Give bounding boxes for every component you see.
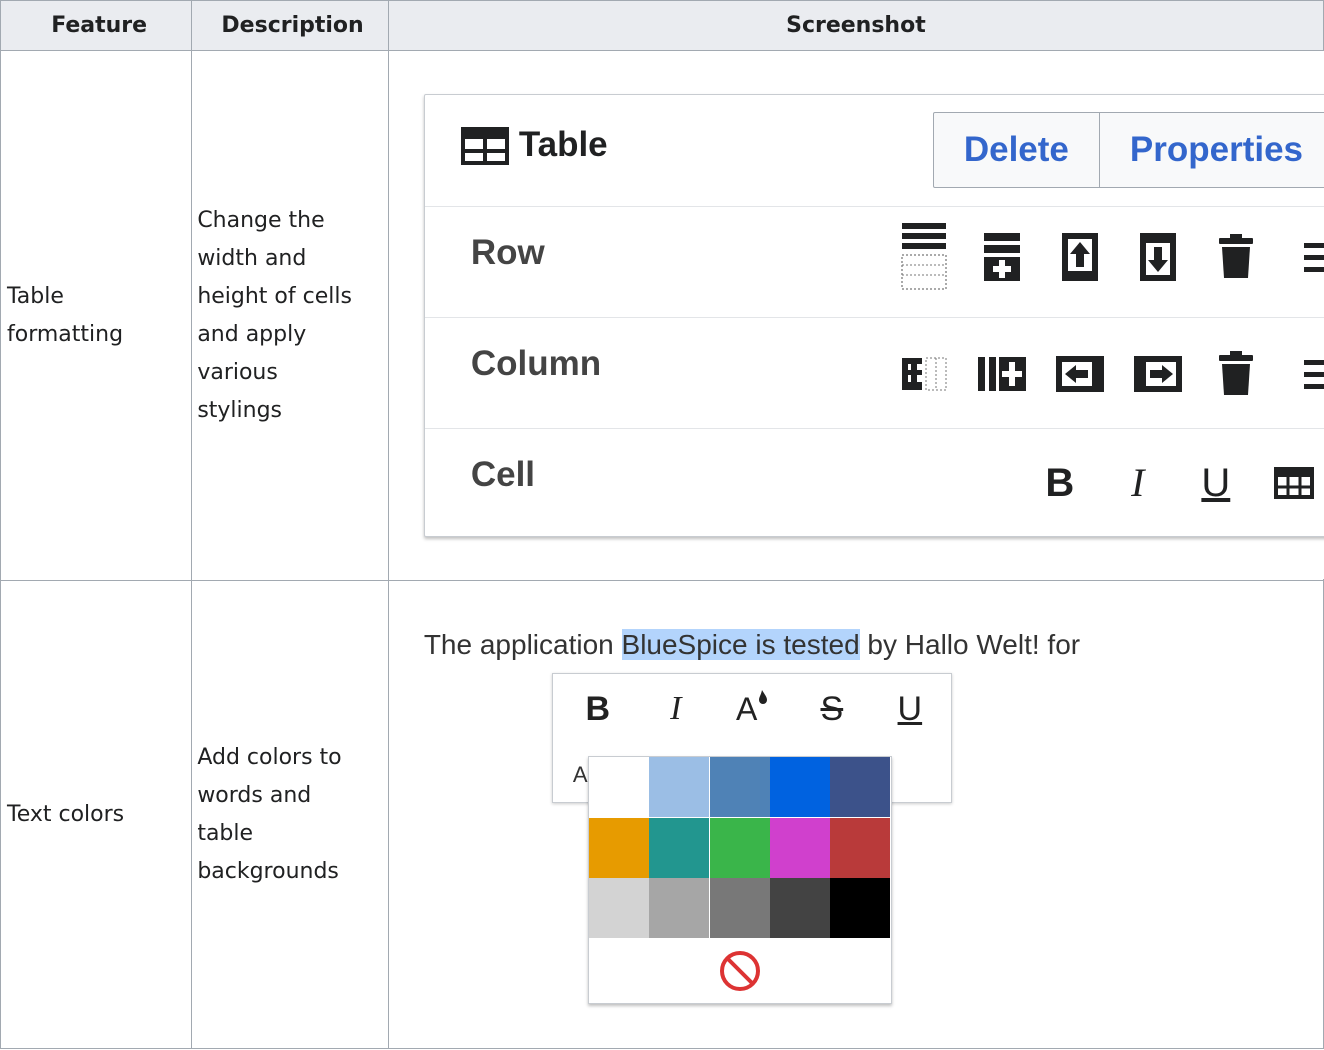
table-icon [460, 127, 509, 165]
feature-text: Table formatting [7, 283, 124, 347]
color-swatch[interactable] [830, 878, 891, 939]
description-cell: Add colors to words and table background… [191, 580, 389, 1049]
panel-button-group: Delete Properties [932, 112, 1324, 188]
header-screenshot[interactable]: Screenshot [387, 0, 1324, 51]
feature-cell: Text colors [0, 580, 193, 1049]
feature-cell: Table formatting [0, 50, 193, 581]
color-swatch[interactable] [770, 757, 831, 817]
italic-button[interactable]: I [1099, 453, 1177, 513]
table-row: Text colors Add colors to words and tabl… [0, 580, 1324, 1049]
row-label: Row [470, 233, 545, 272]
row-section: Row [424, 206, 1324, 318]
insert-row-icon[interactable] [963, 227, 1041, 287]
bold-button[interactable]: B [1021, 453, 1099, 513]
screenshot-cell: Table Delete Properties Row Column Cell … [387, 50, 1324, 581]
underline-button[interactable]: U [1177, 453, 1255, 513]
color-swatch[interactable] [588, 817, 649, 878]
clear-color-button[interactable] [589, 939, 891, 1003]
description-text: Change the width and height of cells and… [197, 207, 352, 423]
move-column-right-icon[interactable] [1119, 344, 1197, 404]
color-swatch[interactable] [588, 878, 649, 939]
delete-icon[interactable] [1197, 344, 1275, 404]
column-section: Column [424, 317, 1324, 429]
cell-tools: B I U [1021, 453, 1324, 513]
row-tools [885, 223, 1324, 290]
move-column-left-icon[interactable] [1041, 344, 1119, 404]
description-text: Add colors to words and table background… [197, 744, 342, 884]
header-row: Feature Description Screenshot [0, 0, 1324, 51]
column-caption-icon[interactable] [885, 344, 963, 404]
color-palette [587, 756, 892, 1004]
panel-title-text: Table [518, 125, 608, 164]
color-swatch[interactable] [770, 878, 831, 939]
sample-sentence: The application BlueSpice is tested by H… [424, 626, 1080, 664]
formatting-toolbar: B I A S U [553, 674, 951, 744]
move-row-up-icon[interactable] [1041, 227, 1119, 287]
color-swatch[interactable] [649, 817, 710, 878]
italic-icon[interactable]: I [637, 690, 715, 728]
screenshot-cell: The application BlueSpice is tested by H… [387, 580, 1324, 1049]
description-cell: Change the width and height of cells and… [191, 50, 389, 581]
no-color-icon [719, 951, 760, 991]
cell-section: Cell B I U [424, 428, 1324, 537]
bold-icon[interactable]: B [559, 690, 637, 728]
move-row-down-icon[interactable] [1119, 227, 1197, 287]
row-caption-icon[interactable] [885, 223, 963, 290]
sentence-start: The application [423, 629, 622, 660]
color-swatch[interactable] [770, 817, 831, 878]
more-icon[interactable] [1275, 344, 1324, 404]
insert-column-icon[interactable] [963, 344, 1041, 404]
table-row: Table formatting Change the width and he… [0, 50, 1324, 581]
color-swatch[interactable] [588, 757, 649, 817]
color-swatch[interactable] [709, 817, 770, 878]
panel-title: Table [460, 125, 608, 165]
color-swatch[interactable] [830, 757, 891, 817]
feature-text: Text colors [7, 801, 125, 827]
feature-table: Feature Description Screenshot Table for… [0, 0, 1324, 1049]
table-editor-panel: Table Delete Properties Row Column Cell … [423, 94, 1324, 537]
second-row-label[interactable]: A [573, 756, 588, 794]
color-swatch[interactable] [709, 757, 770, 817]
underline-icon[interactable]: U [871, 690, 949, 728]
delete-button[interactable]: Delete [934, 113, 1099, 187]
properties-button[interactable]: Properties [1098, 113, 1324, 187]
sentence-end: by Hallo Welt! for [859, 629, 1081, 660]
column-label: Column [470, 344, 602, 383]
color-swatch[interactable] [709, 878, 770, 939]
svg-text:A: A [736, 691, 758, 724]
more-icon[interactable] [1275, 227, 1324, 287]
header-feature[interactable]: Feature [0, 0, 193, 51]
table-editor-screenshot: Table Delete Properties Row Column Cell … [388, 51, 1324, 579]
column-tools [885, 344, 1324, 404]
strikethrough-icon[interactable]: S [793, 690, 871, 728]
selected-text[interactable]: BlueSpice is tested [621, 629, 860, 660]
delete-icon[interactable] [1197, 227, 1275, 287]
cell-label: Cell [470, 455, 536, 494]
color-swatch[interactable] [649, 757, 710, 817]
color-swatch[interactable] [649, 878, 710, 939]
text-colors-screenshot: The application BlueSpice is tested by H… [388, 581, 1141, 1047]
merge-cells-icon[interactable] [1255, 453, 1324, 513]
color-swatch[interactable] [830, 817, 891, 878]
text-color-icon[interactable]: A [715, 686, 793, 733]
header-description[interactable]: Description [191, 0, 389, 51]
